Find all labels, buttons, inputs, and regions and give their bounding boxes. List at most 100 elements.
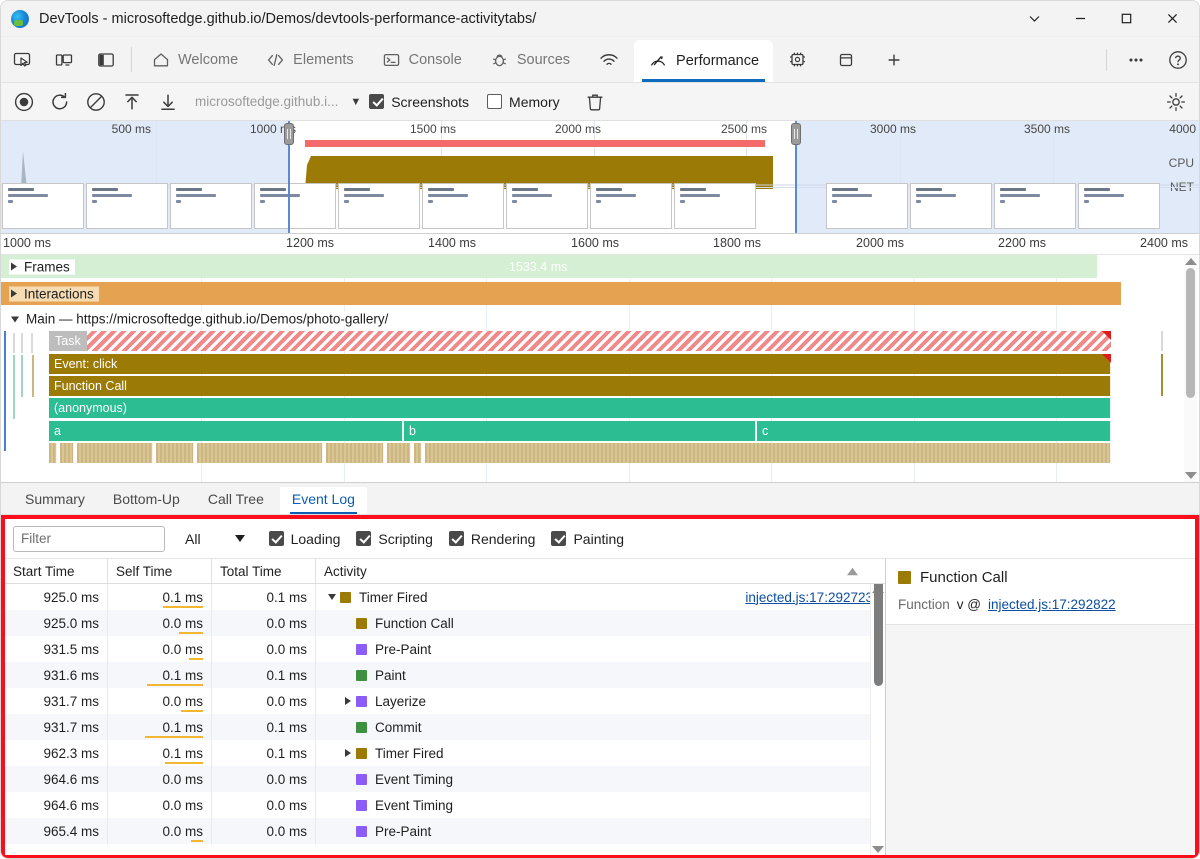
loading-category-checkbox[interactable]: Loading [268,531,340,547]
flame-bar-c[interactable]: c [757,421,1111,441]
screenshots-checkbox[interactable]: Screenshots [369,94,469,110]
more-options-icon[interactable] [1115,50,1157,70]
tab-sources[interactable]: Sources [476,37,584,82]
table-body[interactable]: 925.0 ms 0.1 ms 0.1 ms Timer Fired injec… [5,584,885,855]
tab-elements[interactable]: Elements [252,37,367,82]
dock-side-icon[interactable] [85,37,127,82]
table-row[interactable]: 964.6 ms 0.0 ms 0.0 ms Event Timing [5,766,885,792]
flame-bar-a[interactable]: a [49,421,403,441]
track-title-frames[interactable]: Frames [9,259,75,274]
flame-bar-anonymous-row[interactable]: (anonymous) [1,398,1199,419]
column-header-self-time[interactable]: Self Time [108,559,212,583]
filmstrip-thumbnail[interactable] [86,183,168,229]
track-title-interactions[interactable]: Interactions [9,286,99,301]
close-icon[interactable] [1149,1,1195,37]
table-row[interactable]: 931.5 ms 0.0 ms 0.0 ms Pre-Paint [5,636,885,662]
tab-bottom-up[interactable]: Bottom-Up [101,487,192,514]
timeline-overview[interactable]: 500 ms 1000 ms 1500 ms 2000 ms 2500 ms 3… [1,121,1199,234]
track-interactions[interactable]: Interactions [1,282,1199,305]
flame-bar-task[interactable] [49,331,1111,351]
flame-bar-task-row[interactable]: Task [1,331,1199,352]
screenshot-filmstrip[interactable] [1,183,1199,233]
painting-category-checkbox[interactable]: Painting [551,531,624,547]
tab-network[interactable] [584,37,634,82]
scroll-down-arrow-icon[interactable] [1184,472,1197,479]
flame-bar-striped-row[interactable] [1,443,1199,464]
filmstrip-thumbnail[interactable] [254,183,336,229]
flame-bar-event-click-row[interactable]: Event: click [1,354,1199,375]
filmstrip-thumbnail[interactable] [2,183,84,229]
flame-bar-minor-frames[interactable] [197,443,323,463]
filmstrip-thumbnail[interactable] [590,183,672,229]
table-row[interactable]: 931.7 ms 0.0 ms 0.0 ms Layerize [5,688,885,714]
source-link[interactable]: injected.js:17:292723 [745,590,877,605]
table-row[interactable]: 925.0 ms 0.1 ms 0.1 ms Timer Fired injec… [5,584,885,610]
details-source-link[interactable]: injected.js:17:292822 [988,597,1116,612]
chevron-down-icon[interactable]: ▼ [350,96,361,108]
upload-arrow-icon[interactable] [115,87,149,117]
add-panel-button[interactable] [870,37,918,82]
flame-bar-minor-frames[interactable] [414,443,422,463]
record-circle-icon[interactable] [7,87,41,117]
gear-icon[interactable] [1159,87,1193,117]
table-row[interactable]: 962.3 ms 0.1 ms 0.1 ms Timer Fired [5,740,885,766]
filmstrip-thumbnail[interactable] [910,183,992,229]
memory-checkbox[interactable]: Memory [487,94,560,110]
event-log-table[interactable]: Start Time Self Time Total Time Activity… [5,559,885,855]
table-row[interactable]: 931.7 ms 0.1 ms 0.1 ms Commit [5,714,885,740]
table-row[interactable]: 931.6 ms 0.1 ms 0.1 ms Paint [5,662,885,688]
flame-bar-function-call-row[interactable]: Function Call [1,376,1199,397]
tab-call-tree[interactable]: Call Tree [196,487,276,514]
filmstrip-thumbnail[interactable] [338,183,420,229]
inspect-icon[interactable] [1,37,43,82]
tab-welcome[interactable]: Welcome [138,37,252,82]
flame-bar-abc-row[interactable]: a b c [1,421,1199,442]
device-emulation-icon[interactable] [43,37,85,82]
scroll-up-arrow-icon[interactable] [1184,258,1197,265]
tab-application[interactable] [822,37,870,82]
flame-chart-body[interactable]: 1533.4 ms Frames Interactions Main — htt… [1,255,1199,482]
filter-input[interactable] [13,525,165,552]
table-row[interactable]: 964.6 ms 0.0 ms 0.0 ms Event Timing [5,792,885,818]
column-header-start-time[interactable]: Start Time [5,559,108,583]
flame-bar-b[interactable]: b [404,421,756,441]
chevron-down-icon[interactable] [1011,1,1057,37]
flame-bar-minor-frames[interactable] [425,443,1111,463]
column-header-total-time[interactable]: Total Time [212,559,316,583]
scroll-down-arrow-icon[interactable] [872,846,884,853]
duration-filter-dropdown[interactable]: All [181,529,249,549]
track-main[interactable]: Main — https://microsoftedge.github.io/D… [1,308,1199,330]
table-row[interactable]: 925.0 ms 0.0 ms 0.0 ms Function Call [5,610,885,636]
filmstrip-thumbnail[interactable] [506,183,588,229]
flame-chart[interactable]: 1000 ms 1200 ms 1400 ms 1600 ms 1800 ms … [1,234,1199,483]
flame-scrollbar[interactable] [1184,255,1197,482]
flame-bar-minor-frames[interactable] [49,443,57,463]
track-frames[interactable]: 1533.4 ms Frames [1,255,1199,278]
flame-bar-minor-frames[interactable] [387,443,411,463]
scripting-category-checkbox[interactable]: Scripting [356,531,433,547]
flame-bar-minor-frames[interactable] [326,443,384,463]
selection-left-handle[interactable] [284,123,294,145]
flame-bar-minor-frames[interactable] [156,443,194,463]
selection-right-handle[interactable] [791,123,801,145]
filmstrip-thumbnail[interactable] [1078,183,1160,229]
tab-performance[interactable]: Performance [634,40,774,82]
event-log-scrollbar[interactable] [870,584,885,855]
clear-slash-icon[interactable] [79,87,113,117]
filmstrip-thumbnail[interactable] [422,183,504,229]
disclosure-triangle-right-icon[interactable] [340,749,356,757]
filmstrip-thumbnail[interactable] [170,183,252,229]
reload-icon[interactable] [43,87,77,117]
filmstrip-thumbnail[interactable] [674,183,756,229]
trash-icon[interactable] [578,87,612,117]
flame-bar-anonymous[interactable]: (anonymous) [49,398,1111,418]
tab-event-log[interactable]: Event Log [279,487,367,514]
minimize-icon[interactable] [1057,1,1103,37]
tab-summary[interactable]: Summary [13,487,97,514]
disclosure-triangle-down-icon[interactable] [324,594,340,600]
filmstrip-thumbnail[interactable] [994,183,1076,229]
disclosure-triangle-right-icon[interactable] [340,697,356,705]
flame-bar-event-click[interactable]: Event: click [49,354,1111,374]
flame-bar-function-call[interactable]: Function Call [49,376,1111,396]
flame-bar-minor-frames[interactable] [77,443,153,463]
